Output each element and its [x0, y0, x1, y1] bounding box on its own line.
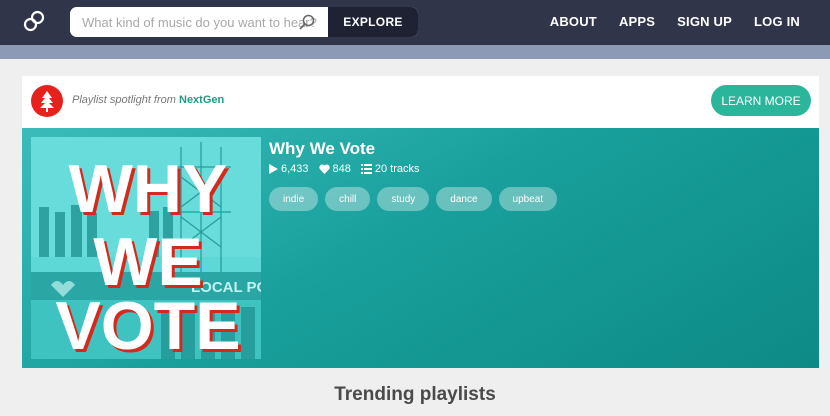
spotlight-text: Playlist spotlight from NextGen: [72, 94, 224, 106]
explore-button[interactable]: EXPLORE: [328, 7, 418, 37]
main-nav: ABOUT APPS SIGN UP LOG IN: [550, 14, 800, 29]
cover-word-vote-front: VOTE: [55, 288, 240, 359]
search-bar: EXPLORE: [70, 7, 418, 37]
search-icon[interactable]: [298, 13, 316, 31]
plays-stat: 6,433: [269, 163, 309, 175]
nav-log-in[interactable]: LOG IN: [754, 14, 800, 29]
likes-count: 848: [332, 163, 351, 175]
tag-dance[interactable]: dance: [436, 187, 492, 211]
featured-playlist: LOCAL POWER WHY WHY WE WE VOTE VOTE Why …: [22, 128, 819, 368]
heart-icon: [318, 164, 330, 174]
top-navigation-bar: EXPLORE ABOUT APPS SIGN UP LOG IN: [0, 0, 830, 45]
spotlight-brand-link[interactable]: NextGen: [179, 94, 224, 106]
tag-study[interactable]: study: [377, 187, 430, 211]
tracks-stat: 20 tracks: [360, 163, 420, 175]
nav-sign-up[interactable]: SIGN UP: [677, 14, 732, 29]
playlist-cover-image[interactable]: LOCAL POWER WHY WHY WE WE VOTE VOTE: [31, 137, 261, 359]
tag-indie[interactable]: indie: [269, 187, 319, 211]
nav-apps[interactable]: APPS: [619, 14, 655, 29]
infinity-logo-icon[interactable]: [22, 9, 46, 33]
trending-playlists-heading: Trending playlists: [334, 384, 496, 405]
search-input[interactable]: [70, 7, 328, 37]
learn-more-button[interactable]: LEARN MORE: [711, 85, 811, 116]
nextgen-badge: [31, 85, 63, 117]
list-icon: [360, 164, 372, 174]
playlist-stats: 6,433 848 20 tracks: [269, 163, 420, 175]
cover-word-why-front: WHY: [69, 151, 228, 227]
nav-about[interactable]: ABOUT: [550, 14, 597, 29]
tracks-count: 20 tracks: [374, 163, 420, 175]
plays-count: 6,433: [281, 163, 309, 175]
likes-stat[interactable]: 848: [318, 163, 351, 175]
tag-upbeat[interactable]: upbeat: [498, 187, 558, 211]
header-divider-strip: [0, 45, 830, 59]
spotlight-prefix: Playlist spotlight from: [72, 94, 176, 106]
tree-icon: [40, 91, 54, 112]
tag-chill[interactable]: chill: [325, 187, 371, 211]
playlist-title[interactable]: Why We Vote: [269, 139, 375, 159]
playlist-tags: indie chill study dance upbeat: [269, 187, 558, 211]
play-icon: [269, 164, 278, 174]
playlist-spotlight-banner: Playlist spotlight from NextGen LEARN MO…: [22, 76, 819, 128]
